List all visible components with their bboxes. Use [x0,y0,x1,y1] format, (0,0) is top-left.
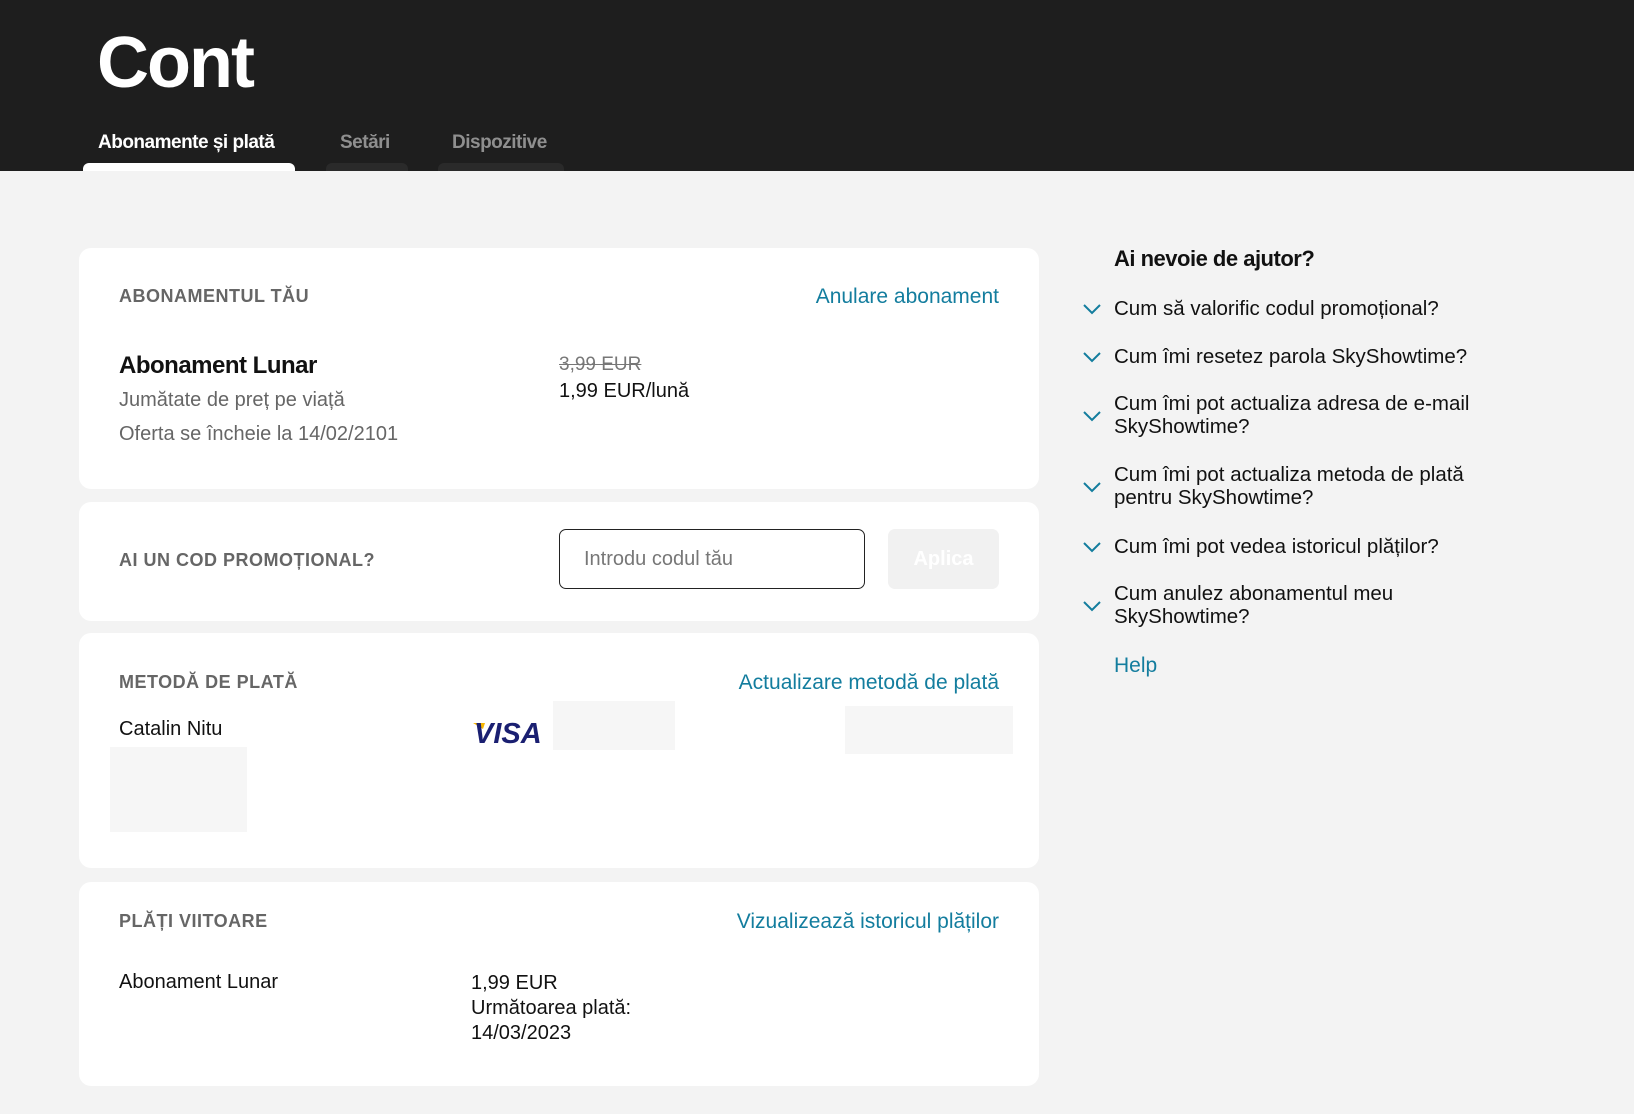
chevron-down-icon [1083,601,1101,612]
chevron-down-icon [1083,482,1101,493]
offer-end-text: Oferta se încheie la 14/02/2101 [119,423,399,445]
subscription-card: ABONAMENTUL TĂU Anulare abonament Abonam… [79,248,1039,489]
section-label-future-payments: PLĂȚI VIITOARE [119,911,268,931]
future-amount: 1,99 EUR [471,972,558,994]
masked-card-details [110,747,247,832]
help-link[interactable]: Help [1114,654,1157,678]
card-brand-text: VISA [474,718,542,747]
current-price: 1,99 EUR/lună [559,380,690,402]
masked-card-number [553,701,675,750]
tab-indicator-devices [438,163,564,171]
plan-name: Abonament Lunar [119,352,317,379]
help-title: Ai nevoie de ajutor? [1114,246,1315,271]
chevron-down-icon [1083,304,1101,315]
payment-method-card: METODĂ DE PLATĂ Actualizare metodă de pl… [79,633,1039,868]
future-plan-name: Abonament Lunar [119,971,279,993]
tab-settings[interactable]: Setări [340,132,390,154]
faq-question-cont: SkyShowtime? [1114,415,1250,438]
old-price: 3,99 EUR [559,354,642,375]
section-label-promo: AI UN COD PROMOȚIONAL? [119,550,375,570]
section-label-subscription: ABONAMENTUL TĂU [119,286,310,306]
apply-promo-button[interactable]: Aplica [888,529,999,589]
faq-question-cont: pentru SkyShowtime? [1114,486,1314,509]
active-tab-indicator [83,163,295,171]
section-label-payment-method: METODĂ DE PLATĂ [119,672,298,692]
discount-text: Jumătate de preț pe viață [119,389,345,411]
tab-indicator-settings [326,163,408,171]
card-holder-name: Catalin Nitu [119,718,223,740]
future-payments-card: PLĂȚI VIITOARE Vizualizează istoricul pl… [79,882,1039,1086]
masked-card-expiry [845,706,1013,754]
faq-question: Cum să valorific codul promoțional? [1114,297,1439,320]
promo-code-input[interactable] [559,529,865,589]
next-payment-label: Următoarea plată: [471,997,632,1019]
update-payment-method-link[interactable]: Actualizare metodă de plată [739,671,999,695]
cancel-subscription-link[interactable]: Anulare abonament [816,285,999,309]
chevron-down-icon [1083,542,1101,553]
tab-subscriptions-payment[interactable]: Abonamente și plată [98,132,275,154]
payment-history-link[interactable]: Vizualizează istoricul plăților [737,910,999,934]
next-payment-date: 14/03/2023 [471,1022,572,1044]
chevron-down-icon [1083,352,1101,363]
faq-question: Cum îmi pot actualiza metoda de plată [1114,463,1464,486]
page-title: Cont [97,23,255,103]
tab-devices[interactable]: Dispozitive [452,132,547,154]
faq-question: Cum anulez abonamentul meu [1114,582,1394,605]
visa-logo: VISA [471,715,561,750]
faq-question: Cum îmi resetez parola SkyShowtime? [1114,345,1468,368]
account-header: Cont Abonamente și plată Setări Dispozit… [0,0,1634,171]
chevron-down-icon [1083,411,1101,422]
promo-code-card: AI UN COD PROMOȚIONAL? Aplica [79,502,1039,621]
faq-question: Cum îmi pot vedea istoricul plăților? [1114,535,1439,558]
faq-question: Cum îmi pot actualiza adresa de e-mail [1114,392,1470,415]
faq-question-cont: SkyShowtime? [1114,605,1250,628]
